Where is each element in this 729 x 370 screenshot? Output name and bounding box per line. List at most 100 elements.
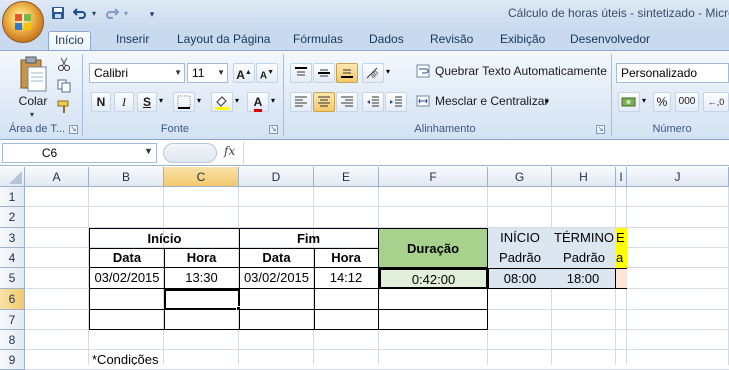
- cell-H4[interactable]: Padrão: [552, 248, 616, 268]
- tab-dados[interactable]: Dados: [363, 31, 410, 50]
- orientation-dropdown-icon[interactable]: ▾: [386, 67, 390, 76]
- row-header-3[interactable]: 3: [0, 228, 25, 248]
- increase-decimal-icon[interactable]: ←,0: [703, 92, 729, 112]
- cell-B6[interactable]: [89, 289, 165, 310]
- redo-dropdown-icon[interactable]: ▾: [121, 6, 131, 22]
- cell-G3[interactable]: INÍCIO: [488, 228, 552, 248]
- merge-center-button[interactable]: Mesclar e Centralizar: [435, 94, 548, 108]
- column-header-C[interactable]: C: [164, 167, 239, 187]
- undo-dropdown-icon[interactable]: ▾: [89, 6, 99, 22]
- column-header-G[interactable]: G: [488, 167, 552, 187]
- percent-style-icon[interactable]: %: [653, 92, 671, 112]
- redo-icon[interactable]: [104, 6, 120, 22]
- tab-inserir[interactable]: Inserir: [110, 31, 155, 50]
- underline-icon[interactable]: S: [137, 92, 157, 112]
- column-header-E[interactable]: E: [314, 167, 379, 187]
- paste-dropdown-icon[interactable]: ▾: [30, 110, 34, 119]
- cell-D3[interactable]: Fim: [239, 228, 379, 248]
- tab-formulas[interactable]: Fórmulas: [287, 31, 349, 50]
- grow-font-icon[interactable]: A▲: [233, 63, 255, 83]
- number-format-select[interactable]: Personalizado: [616, 63, 729, 83]
- font-launcher-icon[interactable]: ↘: [269, 125, 278, 134]
- cell-D5[interactable]: 03/02/2015: [239, 268, 315, 289]
- cell-I5[interactable]: [616, 268, 627, 289]
- fill-color-dropdown-icon[interactable]: ▾: [235, 96, 239, 105]
- row-header-8[interactable]: 8: [0, 330, 25, 350]
- cell-I4[interactable]: a: [616, 248, 627, 268]
- font-size-select[interactable]: 11 ▼: [187, 63, 228, 83]
- align-top-icon[interactable]: [290, 63, 312, 83]
- cell-C5[interactable]: 13:30: [164, 268, 240, 289]
- tab-exibicao[interactable]: Exibição: [494, 31, 551, 50]
- cell-F7[interactable]: [379, 310, 488, 330]
- shrink-font-icon[interactable]: A▼: [256, 63, 278, 83]
- bold-icon[interactable]: N: [91, 92, 111, 112]
- font-color-icon[interactable]: A: [247, 92, 269, 112]
- fill-color-icon[interactable]: [211, 92, 233, 112]
- clipboard-launcher-icon[interactable]: ↘: [69, 125, 78, 134]
- align-center-icon[interactable]: [313, 92, 335, 112]
- name-box-dropdown-icon[interactable]: ▼: [144, 146, 153, 156]
- column-header-D[interactable]: D: [239, 167, 314, 187]
- row-header-7[interactable]: 7: [0, 310, 25, 330]
- merge-dropdown-icon[interactable]: ▾: [545, 97, 549, 106]
- column-header-H[interactable]: H: [552, 167, 616, 187]
- comma-style-icon[interactable]: 000: [675, 92, 699, 112]
- customize-qat-icon[interactable]: ▾: [146, 6, 158, 22]
- cell-E5[interactable]: 14:12: [314, 268, 379, 289]
- cell-G4[interactable]: Padrão: [488, 248, 552, 268]
- borders-dropdown-icon[interactable]: ▾: [197, 96, 201, 105]
- orientation-icon[interactable]: ab: [362, 63, 384, 83]
- paste-icon[interactable]: [15, 56, 49, 94]
- row-header-6[interactable]: 6: [0, 289, 25, 310]
- column-header-F[interactable]: F: [379, 167, 488, 187]
- cell-F3[interactable]: Duração: [379, 228, 488, 268]
- cell-E6[interactable]: [314, 289, 379, 310]
- cell-H5[interactable]: 18:00: [551, 268, 616, 289]
- row-header-5[interactable]: 5: [0, 268, 25, 289]
- cell-B5[interactable]: 03/02/2015: [89, 268, 165, 289]
- cell-D7[interactable]: [239, 310, 315, 330]
- formula-input[interactable]: [243, 142, 729, 164]
- office-button[interactable]: [2, 1, 44, 43]
- increase-indent-icon[interactable]: [385, 92, 407, 112]
- column-header-I[interactable]: I: [616, 167, 627, 187]
- column-header-B[interactable]: B: [89, 167, 164, 187]
- undo-icon[interactable]: [72, 6, 88, 22]
- wrap-text-button[interactable]: Quebrar Texto Automaticamente: [435, 64, 607, 78]
- cut-icon[interactable]: [57, 57, 71, 71]
- cell-E7[interactable]: [314, 310, 379, 330]
- font-name-select[interactable]: Calibri ▼: [89, 63, 185, 83]
- column-header-A[interactable]: A: [25, 167, 89, 187]
- cell-F6[interactable]: [379, 289, 488, 310]
- align-left-icon[interactable]: [290, 92, 312, 112]
- cell-B9[interactable]: *Condições: [92, 351, 159, 365]
- align-right-icon[interactable]: [336, 92, 358, 112]
- copy-icon[interactable]: [57, 79, 71, 93]
- italic-icon[interactable]: I: [114, 92, 134, 112]
- cell-D4[interactable]: Data: [239, 248, 315, 268]
- formula-bar-resize-handle[interactable]: [163, 143, 217, 163]
- save-icon[interactable]: [50, 6, 66, 22]
- cell-C4[interactable]: Hora: [164, 248, 240, 268]
- insert-function-icon[interactable]: fx: [224, 144, 235, 158]
- alignment-launcher-icon[interactable]: ↘: [596, 125, 605, 134]
- paste-button[interactable]: Colar: [16, 94, 50, 108]
- cell-C7[interactable]: [164, 310, 240, 330]
- tab-revisao[interactable]: Revisão: [424, 31, 479, 50]
- cell-H3[interactable]: TÉRMINO: [552, 228, 616, 248]
- accounting-format-icon[interactable]: [618, 92, 640, 112]
- cell-E4[interactable]: Hora: [314, 248, 379, 268]
- row-header-9[interactable]: 9: [0, 350, 25, 370]
- tab-layout-da-pagina[interactable]: Layout da Página: [171, 31, 276, 50]
- underline-dropdown-icon[interactable]: ▾: [159, 96, 163, 105]
- row-header-2[interactable]: 2: [0, 207, 25, 228]
- borders-icon[interactable]: [173, 92, 195, 112]
- cell-B4[interactable]: Data: [89, 248, 165, 268]
- decrease-indent-icon[interactable]: [362, 92, 384, 112]
- name-box[interactable]: C6: [2, 143, 157, 163]
- tab-desenvolvedor[interactable]: Desenvolvedor: [564, 31, 656, 50]
- active-cell-C6[interactable]: [164, 289, 240, 310]
- format-painter-icon[interactable]: [57, 100, 71, 114]
- select-all-button[interactable]: [0, 167, 25, 187]
